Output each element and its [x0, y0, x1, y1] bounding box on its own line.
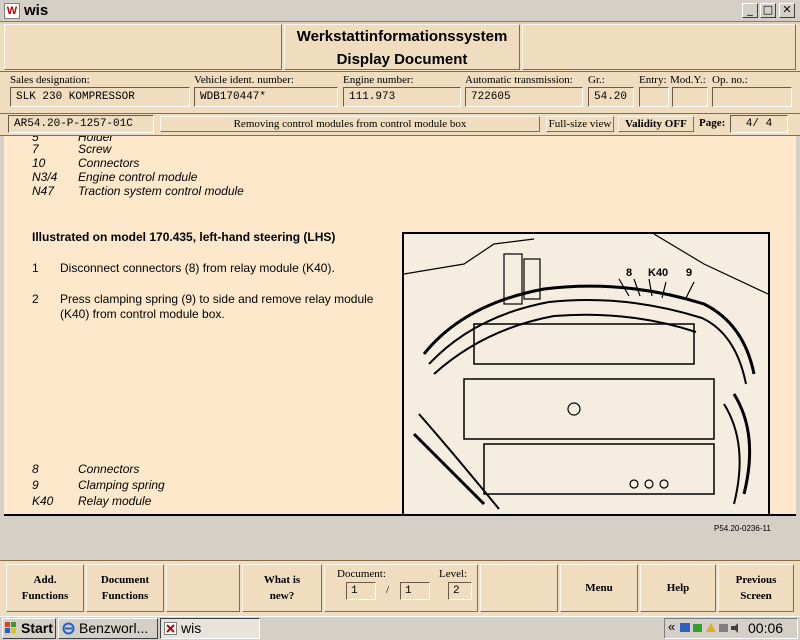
- step-number: 2: [32, 292, 39, 306]
- control-module-box-illustration: 8 K40 9: [402, 232, 770, 514]
- window-title-bar[interactable]: [0, 0, 800, 22]
- automatic-transmission-label: Automatic transmission:: [465, 74, 573, 86]
- engine-number-field: 111.973: [343, 87, 461, 107]
- legend-code: N47: [32, 184, 55, 198]
- minimize-button[interactable]: _: [742, 3, 758, 18]
- add-functions-button[interactable]: Add. Functions: [6, 564, 84, 612]
- document-nav-label: Document:: [337, 568, 386, 580]
- header-right-panel: [522, 24, 796, 70]
- taskbar-item-label: Benzworl...: [79, 620, 149, 636]
- mod-year-field: [672, 87, 708, 107]
- diagram-label-spring: 9: [686, 267, 692, 279]
- group-label: Gr.:: [588, 74, 605, 86]
- sales-designation-field: SLK 230 KOMPRESSOR: [10, 87, 190, 107]
- legend-code: K40: [32, 494, 54, 508]
- taskbar-item-benzworld[interactable]: Benzworl...: [58, 618, 158, 639]
- close-button[interactable]: ✕: [779, 3, 795, 18]
- page-title: Display Document: [336, 51, 468, 68]
- op-no-label: Op. no.:: [712, 74, 748, 86]
- diagram-label-connectors: 8: [626, 267, 632, 279]
- legend-text: Screw: [78, 142, 112, 156]
- warning-icon: [706, 623, 716, 632]
- figure-caption: P54.20-0236-11: [714, 524, 771, 533]
- security-icon: [693, 624, 702, 632]
- taskbar-item-label: wis: [181, 620, 202, 636]
- legend-code: 9: [32, 478, 39, 492]
- taskbar-item-wis[interactable]: wis: [160, 618, 260, 639]
- display-icon: [719, 624, 728, 632]
- document-separator: /: [386, 584, 390, 596]
- header-title-panel: Werkstattinformationssystem Display Docu…: [284, 24, 520, 70]
- taskbar-clock: 00:06: [748, 620, 784, 636]
- whats-new-button[interactable]: What is new?: [242, 564, 322, 612]
- step-text: Press clamping spring (9) to side and re…: [60, 292, 374, 321]
- header-left-panel: [4, 24, 282, 70]
- sales-designation-label: Sales designation:: [10, 74, 90, 86]
- step-number: 1: [32, 261, 39, 275]
- legend-text: Clamping spring: [78, 478, 165, 492]
- vehicle-ident-label: Vehicle ident. number:: [194, 74, 294, 86]
- legend-code: N3/4: [32, 170, 58, 184]
- vehicle-ident-field: WDB170447*: [194, 87, 338, 107]
- network-icon: [680, 623, 690, 632]
- legend-text: Engine control module: [78, 170, 198, 184]
- full-size-view-button[interactable]: Full-size view: [546, 116, 614, 132]
- mod-year-label: Mod.Y.:: [670, 74, 706, 86]
- legend-text: Connectors: [78, 462, 140, 476]
- legend-text: Traction system control module: [78, 184, 244, 198]
- document-current-field[interactable]: 1: [346, 582, 376, 600]
- entry-field: [639, 87, 669, 107]
- content-divider: [4, 514, 796, 516]
- illustration-drawing: 8 K40 9: [403, 233, 769, 510]
- document-heading: Removing control modules from control mo…: [160, 116, 540, 132]
- group-field: 54.20: [588, 87, 634, 107]
- app-logo-icon: W: [4, 3, 20, 19]
- legend-text: Connectors: [78, 156, 140, 170]
- page-label: Page:: [699, 117, 726, 129]
- engine-number-label: Engine number:: [343, 74, 414, 86]
- legend-code: 10: [32, 156, 46, 170]
- illustrated-model-heading: Illustrated on model 170.435, left-hand …: [32, 230, 336, 244]
- op-no-field: [712, 87, 792, 107]
- diagram-label-relay: K40: [648, 267, 668, 279]
- volume-icon: [731, 623, 738, 633]
- step-text: Disconnect connectors (8) from relay mod…: [60, 261, 335, 275]
- automatic-transmission-field: 722605: [465, 87, 583, 107]
- tray-expand-icon[interactable]: «: [668, 619, 675, 634]
- wis-app-icon: [164, 622, 177, 635]
- windows-logo-icon: [5, 622, 16, 633]
- level-field[interactable]: 2: [448, 582, 472, 600]
- page-indicator: 4/ 4: [730, 115, 788, 133]
- menu-button[interactable]: Menu: [560, 564, 638, 612]
- document-number-field: AR54.20-P-1257-01C: [8, 115, 154, 133]
- level-label: Level:: [439, 568, 468, 580]
- blank-function-button[interactable]: [166, 564, 240, 612]
- window-title: wis: [24, 2, 49, 19]
- system-title: Werkstattinformationssystem: [296, 28, 508, 45]
- legend-text: Relay module: [78, 494, 152, 508]
- document-functions-button[interactable]: Document Functions: [86, 564, 164, 612]
- maximize-button[interactable]: □: [760, 3, 776, 18]
- previous-screen-button[interactable]: Previous Screen: [718, 564, 794, 612]
- tray-icons: [680, 623, 738, 633]
- entry-label: Entry:: [639, 74, 667, 86]
- help-button[interactable]: Help: [640, 564, 716, 612]
- legend-code: 7: [32, 142, 39, 156]
- blank-function-button-2[interactable]: [480, 564, 558, 612]
- validity-toggle-button[interactable]: Validity OFF: [618, 116, 694, 132]
- legend-code: 8: [32, 462, 39, 476]
- document-total-field: 1: [400, 582, 430, 600]
- document-content[interactable]: 5 Holder 7 Screw 10 Connectors N3/4 Engi…: [4, 136, 796, 514]
- internet-explorer-icon: [62, 622, 75, 635]
